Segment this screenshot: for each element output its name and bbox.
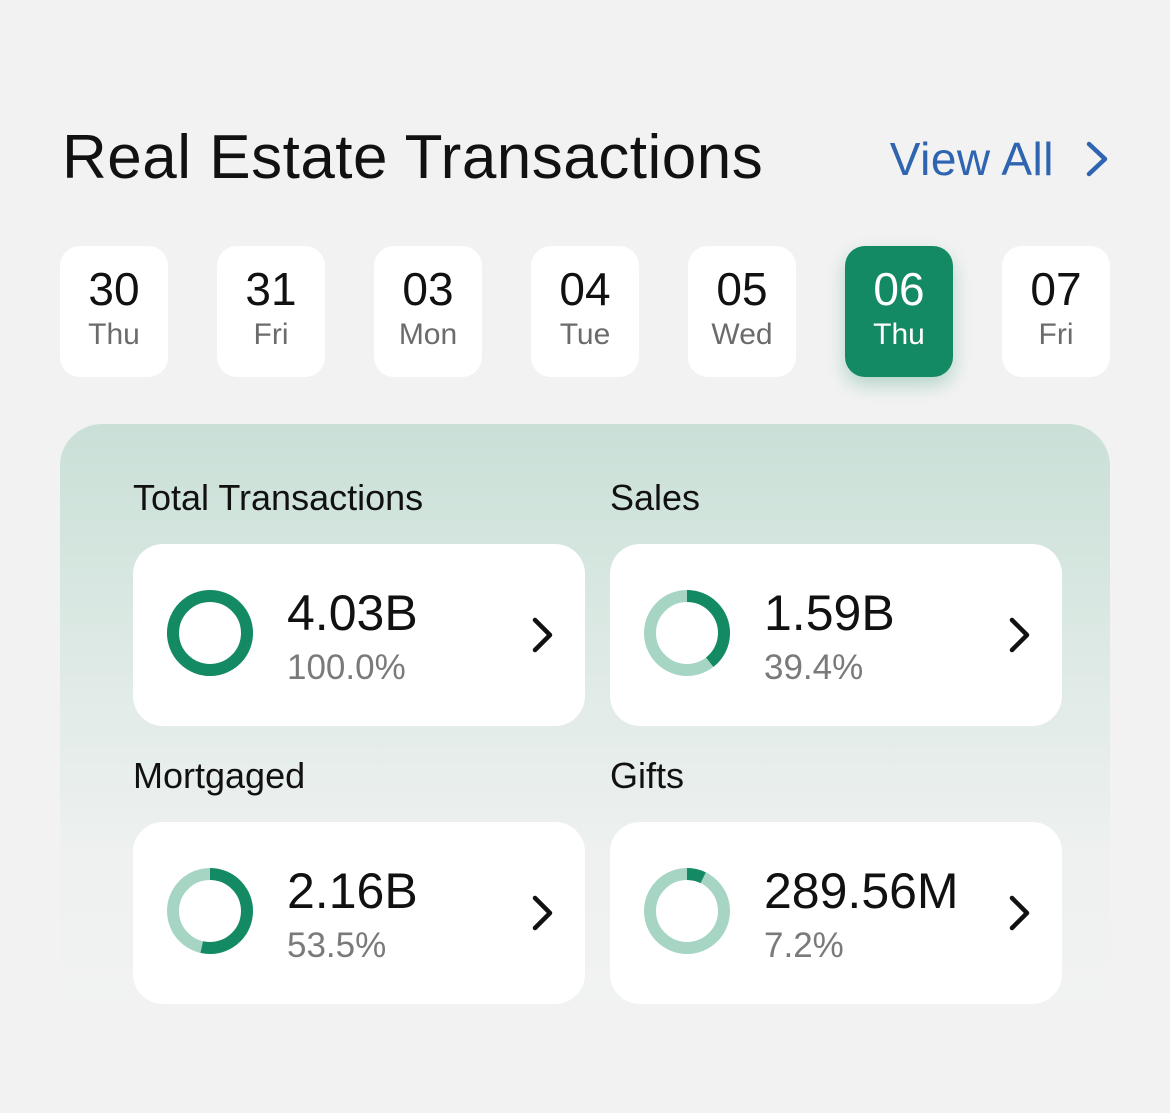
stats-panel: Total Transactions 4.03B 100.0% Sales 1.… [60,424,1110,1024]
date-day: 30 [88,263,140,315]
chevron-right-icon [1009,617,1030,653]
stat-card-gifts[interactable]: 289.56M 7.2% [610,822,1062,1004]
date-day: 07 [1030,263,1082,315]
stat-percent: 39.4% [764,648,864,687]
date-selector: 30 Thu 31 Fri 03 Mon 04 Tue 05 Wed 06 Th… [60,246,1110,377]
stat-label-gifts: Gifts [610,755,685,796]
stat-percent: 7.2% [764,926,844,965]
date-weekday: Mon [398,318,458,351]
donut-chart-icon [167,590,253,676]
view-all-label: View All [889,133,1054,185]
chevron-right-icon [1084,141,1110,177]
stat-label-total: Total Transactions [133,477,424,518]
date-day: 05 [716,263,768,315]
donut-chart-icon [167,868,253,954]
date-weekday: Tue [559,318,611,351]
stat-label-mortgaged: Mortgaged [133,755,306,796]
donut-chart-icon [644,590,730,676]
stat-value: 2.16B [287,863,418,919]
date-day: 04 [559,263,611,315]
section-header: Real Estate Transactions View All [62,118,1110,198]
stat-card-sales[interactable]: 1.59B 39.4% [610,544,1062,726]
date-day: 31 [245,263,297,315]
date-weekday: Fri [1038,318,1074,351]
stat-value: 1.59B [764,585,895,641]
date-weekday: Wed [711,318,773,351]
date-weekday: Thu [88,318,140,351]
stat-value: 289.56M [764,863,959,919]
date-weekday: Fri [253,318,289,351]
stat-label-sales: Sales [610,477,701,518]
stat-card-mortgaged[interactable]: 2.16B 53.5% [133,822,585,1004]
date-item-07[interactable]: 07 Fri [1002,246,1110,377]
date-day: 03 [402,263,454,315]
stat-value: 4.03B [287,585,418,641]
date-weekday: Thu [873,318,925,351]
chevron-right-icon [1009,895,1030,931]
stat-percent: 100.0% [287,648,406,687]
date-item-04[interactable]: 04 Tue [531,246,639,377]
page-title: Real Estate Transactions [62,123,764,192]
date-item-31[interactable]: 31 Fri [217,246,325,377]
stat-percent: 53.5% [287,926,387,965]
date-item-30[interactable]: 30 Thu [60,246,168,377]
donut-chart-icon [644,868,730,954]
stat-card-total[interactable]: 4.03B 100.0% [133,544,585,726]
date-item-05[interactable]: 05 Wed [688,246,796,377]
date-day: 06 [873,263,925,315]
chevron-right-icon [532,895,553,931]
chevron-right-icon [532,617,553,653]
date-item-06[interactable]: 06 Thu [845,246,953,377]
date-item-03[interactable]: 03 Mon [374,246,482,377]
view-all-link[interactable]: View All [890,124,1110,194]
